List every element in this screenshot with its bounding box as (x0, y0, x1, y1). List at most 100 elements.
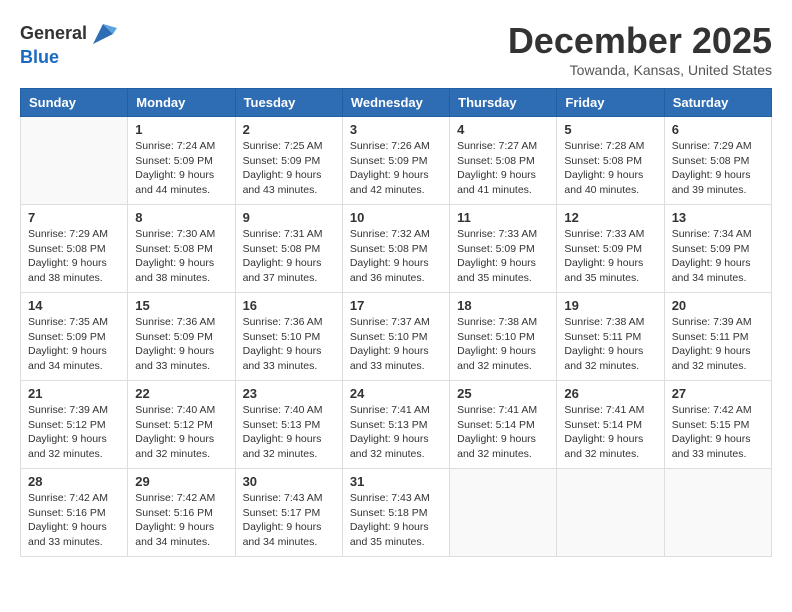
calendar-week-row: 28 Sunrise: 7:42 AM Sunset: 5:16 PM Dayli… (21, 469, 772, 557)
day-info: Sunrise: 7:43 AM Sunset: 5:18 PM Dayligh… (350, 491, 442, 550)
day-number: 11 (457, 210, 549, 225)
day-info: Sunrise: 7:41 AM Sunset: 5:13 PM Dayligh… (350, 403, 442, 462)
day-info: Sunrise: 7:32 AM Sunset: 5:08 PM Dayligh… (350, 227, 442, 286)
day-number: 27 (672, 386, 764, 401)
calendar-cell: 22Sunrise: 7:40 AM Sunset: 5:12 PM Dayli… (128, 381, 235, 469)
calendar-cell: 3 Sunrise: 7:26 AM Sunset: 5:09 PM Daylig… (342, 117, 449, 205)
day-info: Sunrise: 7:42 AM Sunset: 5:16 PM Dayligh… (28, 491, 120, 550)
calendar-cell: 31 Sunrise: 7:43 AM Sunset: 5:18 PM Dayli… (342, 469, 449, 557)
logo-general: General (20, 24, 87, 44)
day-number: 15 (135, 298, 227, 313)
day-number: 23 (243, 386, 335, 401)
calendar-cell: 5 Sunrise: 7:28 AM Sunset: 5:08 PM Daylig… (557, 117, 664, 205)
calendar-cell: 13Sunrise: 7:34 AM Sunset: 5:09 PM Dayli… (664, 205, 771, 293)
calendar: SundayMondayTuesdayWednesdayThursdayFrid… (20, 88, 772, 557)
day-number: 13 (672, 210, 764, 225)
day-number: 2 (243, 122, 335, 137)
day-info: Sunrise: 7:26 AM Sunset: 5:09 PM Dayligh… (350, 139, 442, 198)
location: Towanda, Kansas, United States (508, 62, 772, 78)
logo: General Blue (20, 20, 117, 68)
calendar-cell: 7Sunrise: 7:29 AM Sunset: 5:08 PM Daylig… (21, 205, 128, 293)
page-header: General Blue December 2025 Towanda, Kans… (20, 20, 772, 78)
day-number: 3 (350, 122, 442, 137)
calendar-cell: 14Sunrise: 7:35 AM Sunset: 5:09 PM Dayli… (21, 293, 128, 381)
day-info: Sunrise: 7:42 AM Sunset: 5:16 PM Dayligh… (135, 491, 227, 550)
day-info: Sunrise: 7:42 AM Sunset: 5:15 PM Dayligh… (672, 403, 764, 462)
day-number: 30 (243, 474, 335, 489)
calendar-cell: 9 Sunrise: 7:31 AM Sunset: 5:08 PM Daylig… (235, 205, 342, 293)
day-info: Sunrise: 7:28 AM Sunset: 5:08 PM Dayligh… (564, 139, 656, 198)
calendar-header-row: SundayMondayTuesdayWednesdayThursdayFrid… (21, 89, 772, 117)
calendar-body: 1 Sunrise: 7:24 AM Sunset: 5:09 PM Daylig… (21, 117, 772, 557)
calendar-week-row: 21Sunrise: 7:39 AM Sunset: 5:12 PM Dayli… (21, 381, 772, 469)
day-number: 31 (350, 474, 442, 489)
calendar-cell: 28 Sunrise: 7:42 AM Sunset: 5:16 PM Dayli… (21, 469, 128, 557)
calendar-cell: 20 Sunrise: 7:39 AM Sunset: 5:11 PM Dayli… (664, 293, 771, 381)
day-number: 14 (28, 298, 120, 313)
day-number: 18 (457, 298, 549, 313)
day-info: Sunrise: 7:43 AM Sunset: 5:17 PM Dayligh… (243, 491, 335, 550)
day-info: Sunrise: 7:25 AM Sunset: 5:09 PM Dayligh… (243, 139, 335, 198)
day-number: 6 (672, 122, 764, 137)
day-number: 5 (564, 122, 656, 137)
day-info: Sunrise: 7:36 AM Sunset: 5:10 PM Dayligh… (243, 315, 335, 374)
calendar-cell: 30 Sunrise: 7:43 AM Sunset: 5:17 PM Dayli… (235, 469, 342, 557)
calendar-week-row: 7Sunrise: 7:29 AM Sunset: 5:08 PM Daylig… (21, 205, 772, 293)
calendar-cell (557, 469, 664, 557)
day-info: Sunrise: 7:27 AM Sunset: 5:08 PM Dayligh… (457, 139, 549, 198)
day-info: Sunrise: 7:38 AM Sunset: 5:10 PM Dayligh… (457, 315, 549, 374)
day-number: 20 (672, 298, 764, 313)
calendar-day-header: Friday (557, 89, 664, 117)
calendar-week-row: 1 Sunrise: 7:24 AM Sunset: 5:09 PM Daylig… (21, 117, 772, 205)
day-number: 22 (135, 386, 227, 401)
calendar-cell: 16 Sunrise: 7:36 AM Sunset: 5:10 PM Dayli… (235, 293, 342, 381)
day-number: 9 (243, 210, 335, 225)
day-info: Sunrise: 7:29 AM Sunset: 5:08 PM Dayligh… (672, 139, 764, 198)
calendar-cell: 1 Sunrise: 7:24 AM Sunset: 5:09 PM Daylig… (128, 117, 235, 205)
calendar-day-header: Monday (128, 89, 235, 117)
calendar-cell: 26Sunrise: 7:41 AM Sunset: 5:14 PM Dayli… (557, 381, 664, 469)
day-info: Sunrise: 7:31 AM Sunset: 5:08 PM Dayligh… (243, 227, 335, 286)
calendar-cell: 6 Sunrise: 7:29 AM Sunset: 5:08 PM Daylig… (664, 117, 771, 205)
day-info: Sunrise: 7:40 AM Sunset: 5:13 PM Dayligh… (243, 403, 335, 462)
day-number: 16 (243, 298, 335, 313)
day-info: Sunrise: 7:33 AM Sunset: 5:09 PM Dayligh… (564, 227, 656, 286)
calendar-day-header: Wednesday (342, 89, 449, 117)
day-info: Sunrise: 7:29 AM Sunset: 5:08 PM Dayligh… (28, 227, 120, 286)
day-number: 4 (457, 122, 549, 137)
calendar-cell: 11 Sunrise: 7:33 AM Sunset: 5:09 PM Dayli… (450, 205, 557, 293)
day-info: Sunrise: 7:39 AM Sunset: 5:12 PM Dayligh… (28, 403, 120, 462)
day-number: 1 (135, 122, 227, 137)
day-info: Sunrise: 7:38 AM Sunset: 5:11 PM Dayligh… (564, 315, 656, 374)
calendar-cell: 18 Sunrise: 7:38 AM Sunset: 5:10 PM Dayli… (450, 293, 557, 381)
calendar-cell (450, 469, 557, 557)
calendar-cell: 23 Sunrise: 7:40 AM Sunset: 5:13 PM Dayli… (235, 381, 342, 469)
calendar-cell: 17 Sunrise: 7:37 AM Sunset: 5:10 PM Dayli… (342, 293, 449, 381)
logo-icon (89, 20, 117, 48)
day-number: 10 (350, 210, 442, 225)
day-info: Sunrise: 7:41 AM Sunset: 5:14 PM Dayligh… (457, 403, 549, 462)
day-number: 17 (350, 298, 442, 313)
day-info: Sunrise: 7:24 AM Sunset: 5:09 PM Dayligh… (135, 139, 227, 198)
day-info: Sunrise: 7:33 AM Sunset: 5:09 PM Dayligh… (457, 227, 549, 286)
day-number: 28 (28, 474, 120, 489)
calendar-cell: 27 Sunrise: 7:42 AM Sunset: 5:15 PM Dayli… (664, 381, 771, 469)
day-info: Sunrise: 7:39 AM Sunset: 5:11 PM Dayligh… (672, 315, 764, 374)
day-info: Sunrise: 7:37 AM Sunset: 5:10 PM Dayligh… (350, 315, 442, 374)
calendar-cell: 10 Sunrise: 7:32 AM Sunset: 5:08 PM Dayli… (342, 205, 449, 293)
calendar-day-header: Saturday (664, 89, 771, 117)
logo-blue: Blue (20, 47, 59, 67)
month-year: December 2025 (508, 20, 772, 62)
day-info: Sunrise: 7:36 AM Sunset: 5:09 PM Dayligh… (135, 315, 227, 374)
title-block: December 2025 Towanda, Kansas, United St… (508, 20, 772, 78)
calendar-cell: 19 Sunrise: 7:38 AM Sunset: 5:11 PM Dayli… (557, 293, 664, 381)
day-number: 19 (564, 298, 656, 313)
calendar-day-header: Tuesday (235, 89, 342, 117)
day-number: 12 (564, 210, 656, 225)
day-number: 26 (564, 386, 656, 401)
calendar-cell (21, 117, 128, 205)
calendar-day-header: Sunday (21, 89, 128, 117)
calendar-cell: 29Sunrise: 7:42 AM Sunset: 5:16 PM Dayli… (128, 469, 235, 557)
calendar-cell: 2 Sunrise: 7:25 AM Sunset: 5:09 PM Daylig… (235, 117, 342, 205)
calendar-cell: 24Sunrise: 7:41 AM Sunset: 5:13 PM Dayli… (342, 381, 449, 469)
